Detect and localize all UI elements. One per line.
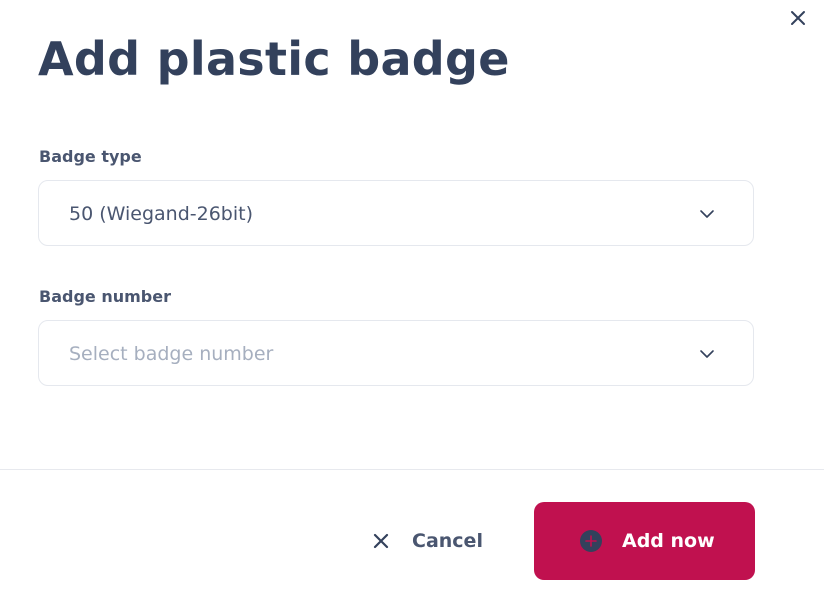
dialog-title: Add plastic badge (38, 32, 510, 86)
chevron-down-icon (700, 210, 714, 218)
badge-number-placeholder: Select badge number (69, 343, 274, 365)
cancel-button[interactable]: Cancel (360, 512, 500, 570)
cancel-button-label: Cancel (412, 530, 483, 552)
badge-type-value: 50 (Wiegand-26bit) (69, 203, 254, 225)
badge-type-select[interactable]: 50 (Wiegand-26bit) (38, 180, 754, 246)
add-now-button[interactable]: Add now (534, 502, 755, 580)
badge-number-label: Badge number (39, 287, 171, 306)
add-now-button-label: Add now (622, 530, 715, 552)
badge-type-label: Badge type (39, 147, 142, 166)
chevron-down-icon (700, 350, 714, 358)
plus-circle-icon (579, 529, 603, 553)
close-icon (372, 532, 390, 550)
close-button[interactable] (784, 4, 812, 32)
add-plastic-badge-dialog: Add plastic badge Badge type 50 (Wiegand… (0, 0, 824, 598)
close-icon (791, 11, 805, 25)
footer-divider (0, 469, 824, 470)
badge-number-select[interactable]: Select badge number (38, 320, 754, 386)
